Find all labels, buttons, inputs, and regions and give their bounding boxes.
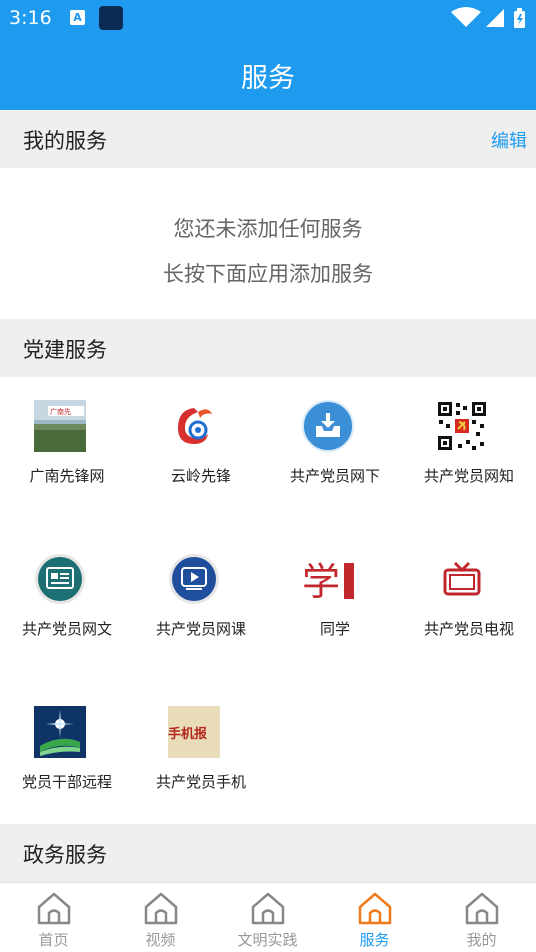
tab-civilization-practice[interactable]: 文明实践 <box>214 883 321 952</box>
service-tile[interactable]: 云岭先锋 <box>134 378 268 528</box>
guangnan-photo-icon: 广南先 <box>34 400 86 452</box>
tab-label: 文明实践 <box>237 931 298 949</box>
tv-icon <box>443 561 481 596</box>
app-header: 服务 <box>0 36 536 110</box>
tab-label: 视频 <box>145 931 176 949</box>
remote-education-icon <box>34 706 86 758</box>
signal-icon <box>486 9 504 27</box>
svg-text:学: 学 <box>302 560 340 604</box>
tab-label: 我的 <box>466 931 497 949</box>
service-tile[interactable]: 广南先 广南先锋网 <box>0 378 134 528</box>
notification-a-icon: A <box>70 10 85 25</box>
party-services-header: 党建服务 <box>0 319 536 377</box>
yunling-logo-icon <box>178 408 212 444</box>
page-title: 服务 <box>241 63 295 94</box>
home-icon <box>144 892 178 925</box>
status-bar: 3:16 A <box>0 0 536 36</box>
service-label: 共产党员电视 <box>423 620 514 638</box>
home-icon <box>251 892 285 925</box>
service-tile[interactable]: 学 同学 <box>268 531 402 681</box>
service-label: 共产党员网下 <box>289 467 380 485</box>
government-services-title: 政务服务 <box>23 843 107 867</box>
service-tile[interactable]: 共产党员网课 <box>134 531 268 681</box>
home-icon <box>465 892 499 925</box>
home-icon <box>37 892 71 925</box>
qr-code-icon <box>436 400 488 452</box>
service-label: 共产党员网文 <box>21 620 112 638</box>
empty-message-line1: 您还未添加任何服务 <box>173 217 363 241</box>
service-tile[interactable]: 共产党员电视 <box>402 531 536 681</box>
status-indicators <box>451 7 525 28</box>
bottom-tab-bar: 首页 视频 文明实践 服务 我的 <box>0 882 536 952</box>
service-tile[interactable]: 共产党员网下 <box>268 378 402 528</box>
wifi-icon <box>451 7 481 27</box>
service-label: 共产党员手机 <box>155 773 246 791</box>
tab-mine[interactable]: 我的 <box>428 883 535 952</box>
service-tile[interactable]: 党员干部远程 <box>0 684 134 834</box>
my-services-title: 我的服务 <box>23 129 107 153</box>
service-tile[interactable]: 共产党员网知 <box>402 378 536 528</box>
service-label: 云岭先锋 <box>170 467 231 485</box>
party-services-grid: 广南先 广南先锋网 云岭先锋 共产党员网下 共产党员网知 共产党员网文 共产党员… <box>0 378 536 824</box>
home-icon <box>358 892 392 925</box>
download-tray-icon <box>302 400 354 452</box>
my-services-empty: 您还未添加任何服务 长按下面应用添加服务 <box>0 168 536 319</box>
party-services-title: 党建服务 <box>23 338 107 362</box>
service-label: 党员干部远程 <box>21 773 112 791</box>
government-services-header: 政务服务 <box>0 824 536 882</box>
service-label: 同学 <box>319 620 350 638</box>
phone-newspaper-icon: 手机报 <box>168 706 220 758</box>
tab-home[interactable]: 首页 <box>0 883 107 952</box>
status-time: 3:16 <box>9 7 52 29</box>
service-label: 共产党员网课 <box>155 620 246 638</box>
svg-text:手机报: 手机报 <box>168 726 208 742</box>
tab-video[interactable]: 视频 <box>107 883 214 952</box>
video-circle-icon <box>169 554 219 604</box>
tab-services[interactable]: 服务 <box>321 883 428 952</box>
svg-text:广南先: 广南先 <box>50 407 71 416</box>
app-square-icon <box>99 6 123 30</box>
service-label: 共产党员网知 <box>423 467 514 485</box>
document-circle-icon <box>35 554 85 604</box>
tab-label: 服务 <box>359 931 390 949</box>
empty-message-line2: 长按下面应用添加服务 <box>163 262 373 286</box>
service-label: 广南先锋网 <box>29 467 105 485</box>
tab-label: 首页 <box>38 931 69 949</box>
my-services-header: 我的服务 编辑 <box>0 110 536 168</box>
xue-character-icon: 学 <box>302 553 354 605</box>
service-tile[interactable]: 手机报 共产党员手机 <box>134 684 268 834</box>
edit-button[interactable]: 编辑 <box>491 127 527 153</box>
service-tile[interactable]: 共产党员网文 <box>0 531 134 681</box>
battery-icon <box>514 8 525 28</box>
